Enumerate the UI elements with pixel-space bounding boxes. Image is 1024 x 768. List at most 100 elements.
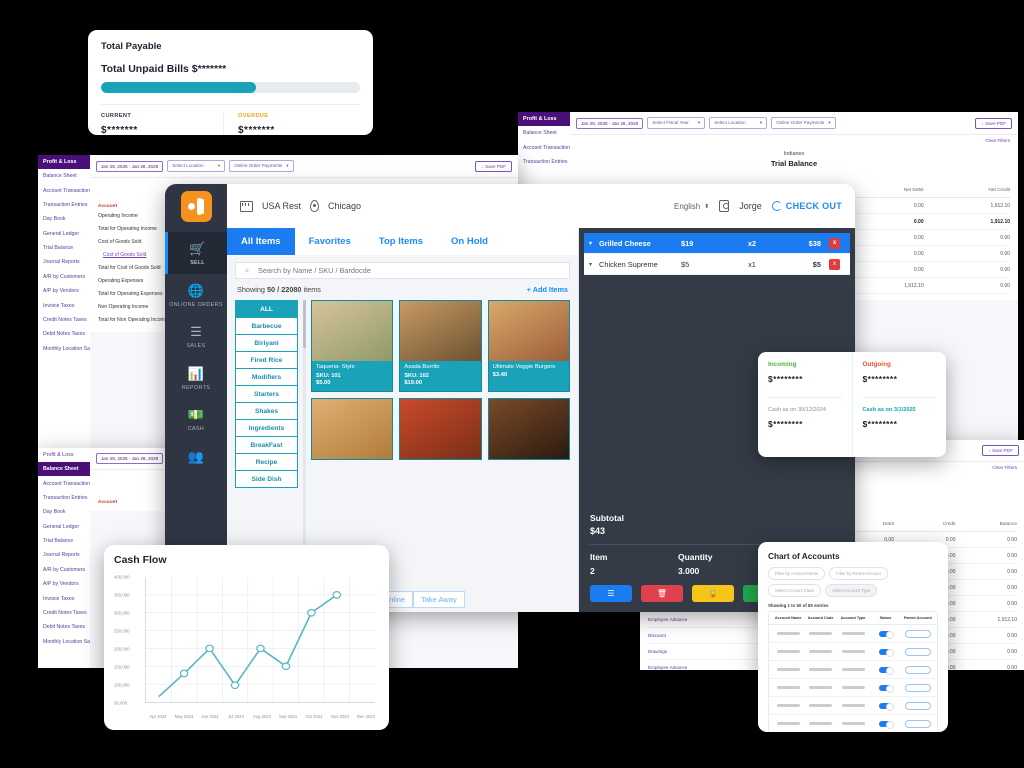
- category-starters[interactable]: Starters: [235, 386, 298, 403]
- sidebar-item-credit-notes-taxes[interactable]: Credit Notes Taxes: [38, 313, 90, 327]
- sidebar-item-sales[interactable]: ☰ SALES: [165, 315, 227, 357]
- parent-account-select[interactable]: [904, 665, 931, 674]
- sidebar-item-transaction-entries[interactable]: Transaction Entries: [518, 155, 570, 169]
- item-card[interactable]: Ultimate Veggie Burgers $3.40: [487, 300, 570, 393]
- payments-filter[interactable]: Online Order Payments ▾: [229, 160, 294, 172]
- save-pdf-button[interactable]: ↓ Save PDF: [975, 117, 1012, 129]
- category-fired-rice[interactable]: Fired Rice: [235, 352, 298, 369]
- sidebar-item-balance-sheet[interactable]: Balance Sheet: [38, 169, 90, 183]
- sidebar-item-people-icon[interactable]: 👥: [165, 440, 227, 471]
- sidebar-item-account-transactions[interactable]: Account Transactions: [518, 140, 570, 154]
- sidebar-item-transaction-entries[interactable]: Transaction Entries: [38, 198, 90, 212]
- category-biriyani[interactable]: Biriyani: [235, 335, 298, 352]
- tab-on-hold[interactable]: On Hold: [437, 228, 502, 255]
- sidebar-item-invoice-taxes[interactable]: Invoice Taxes: [38, 298, 90, 312]
- parent-account-select[interactable]: [904, 683, 931, 692]
- table-row[interactable]: [769, 661, 937, 679]
- sidebar-item-general-ledger[interactable]: General Ledger: [38, 520, 90, 534]
- status-toggle[interactable]: [878, 648, 894, 657]
- add-items-button[interactable]: + Add Items: [527, 285, 568, 294]
- sidebar-item-account-transactions[interactable]: Account Transactions: [38, 476, 90, 490]
- category-breakfast[interactable]: BreakFast: [235, 437, 298, 454]
- category-ingredients[interactable]: Ingredients: [235, 420, 298, 437]
- table-row[interactable]: [769, 643, 937, 661]
- search-input[interactable]: [258, 266, 569, 275]
- category-recipe[interactable]: Recipe: [235, 454, 298, 471]
- mode-take-away[interactable]: Take Away: [412, 591, 465, 608]
- table-row[interactable]: [769, 697, 937, 715]
- sidebar-item-a-r-by-customers[interactable]: A/R by Customers: [38, 563, 90, 577]
- menu-button[interactable]: ☰: [590, 585, 632, 602]
- sidebar-item-trial-balance[interactable]: Trial Balance: [38, 534, 90, 548]
- parent-account-select[interactable]: [904, 647, 931, 656]
- table-row[interactable]: [769, 679, 937, 697]
- checkout-button[interactable]: CHECK OUT: [771, 201, 842, 211]
- sidebar-item-trial-balance[interactable]: Trial Balance: [38, 241, 90, 255]
- fiscal-year-filter[interactable]: Select Fiscal Year ▾: [647, 117, 706, 129]
- tab-top-items[interactable]: Top Items: [365, 228, 437, 255]
- sidebar-item-journal-reports[interactable]: Journal Reports: [38, 255, 90, 269]
- sidebar-item-a-p-by-vendors[interactable]: A/P by Vendors: [38, 577, 90, 591]
- date-range-filter[interactable]: Jan 28, 2025 - Jan 28, 2025: [96, 160, 164, 172]
- sidebar-item-reports[interactable]: 📊 REPORTS: [165, 357, 227, 399]
- delete-button[interactable]: 🗑: [641, 585, 683, 602]
- save-pdf-button[interactable]: ↓ Save PDF: [982, 445, 1019, 456]
- filter-3[interactable]: Select Account Type: [825, 584, 878, 597]
- sidebar-item-account-transactions[interactable]: Account Transactions: [38, 183, 90, 197]
- sidebar-item-onlione-orders[interactable]: 🌐 ONLIONE ORDERS: [165, 274, 227, 316]
- tab-favorites[interactable]: Favorites: [295, 228, 365, 255]
- status-toggle[interactable]: [878, 702, 894, 711]
- table-row[interactable]: [769, 625, 937, 643]
- remove-item-button[interactable]: x: [829, 258, 840, 270]
- sidebar-item-sell[interactable]: 🛒 SELL: [165, 232, 227, 274]
- cart-row[interactable]: ▾ Chicken Supreme $5 x1 $5 x: [584, 254, 850, 275]
- sidebar-item-cash[interactable]: 💵 CASH: [165, 398, 227, 440]
- app-logo[interactable]: [165, 184, 227, 228]
- parent-account-select[interactable]: [904, 629, 931, 638]
- hold-button[interactable]: 🔒: [692, 585, 734, 602]
- sidebar-item-a-r-by-customers[interactable]: A/R by Customers: [38, 270, 90, 284]
- sidebar-item-general-ledger[interactable]: General Ledger: [38, 227, 90, 241]
- category-all[interactable]: ALL: [235, 300, 298, 318]
- filter-0[interactable]: Filter by Account Name: [768, 567, 826, 580]
- tab-all-items[interactable]: All Items: [227, 228, 295, 255]
- sidebar-item-credit-notes-taxes[interactable]: Credit Notes Taxes: [38, 606, 90, 620]
- language-selector[interactable]: English ⬍: [674, 202, 709, 211]
- sidebar-item-balance-sheet[interactable]: Balance Sheet: [38, 462, 90, 477]
- status-toggle[interactable]: [878, 666, 894, 675]
- sidebar-item-a-p-by-vendors[interactable]: A/P by Vendors: [38, 284, 90, 298]
- item-card[interactable]: [487, 398, 570, 461]
- date-range-filter[interactable]: Jan 28, 2025 - Jan 28, 2025: [576, 117, 644, 129]
- payments-filter[interactable]: Online Order Payments ▾: [771, 117, 836, 129]
- status-toggle[interactable]: [878, 630, 894, 639]
- table-row[interactable]: [769, 715, 937, 732]
- remove-item-button[interactable]: x: [829, 237, 840, 249]
- nav-header[interactable]: Profit & Loss: [38, 448, 90, 462]
- save-pdf-button[interactable]: ↓ Save PDF: [475, 160, 512, 172]
- parent-account-select[interactable]: [904, 701, 931, 710]
- nav-header[interactable]: Profit & Loss: [38, 155, 90, 169]
- clear-filters-button[interactable]: Clear Filters: [570, 135, 1018, 145]
- sidebar-item-monthly-location-sales[interactable]: Monthly Location Sales: [38, 342, 90, 356]
- status-toggle[interactable]: [878, 684, 894, 693]
- category-shakes[interactable]: Shakes: [235, 403, 298, 420]
- sidebar-item-journal-reports[interactable]: Journal Reports: [38, 548, 90, 562]
- date-range-filter[interactable]: Jan 28, 2025 - Jan 28, 2025: [96, 453, 164, 464]
- sidebar-item-day-book[interactable]: Day Book: [38, 212, 90, 226]
- category-modifiers[interactable]: Modifiers: [235, 369, 298, 386]
- item-card[interactable]: [311, 398, 394, 461]
- category-scrollbar[interactable]: [303, 300, 306, 584]
- sidebar-item-invoice-taxes[interactable]: Invoice Taxes: [38, 591, 90, 605]
- sidebar-item-balance-sheet[interactable]: Balance Sheet: [518, 126, 570, 140]
- filter-2[interactable]: Select Account Class: [768, 584, 822, 597]
- status-toggle[interactable]: [878, 720, 894, 729]
- cart-row[interactable]: ▾ Grilled Cheese $19 x2 $38 x: [584, 233, 850, 254]
- item-card[interactable]: Asada Burrito SKU: 102 $19.00: [399, 300, 482, 393]
- filter-1[interactable]: Filter by Parent Account: [829, 567, 888, 580]
- category-barbecue[interactable]: Barbecue: [235, 318, 298, 335]
- location-filter[interactable]: Select Location ▾: [709, 117, 768, 129]
- item-card[interactable]: [399, 398, 482, 461]
- item-card[interactable]: Taqueria- Style SKU: 101 $5.00: [311, 300, 394, 393]
- sidebar-item-transaction-entries[interactable]: Transaction Entries: [38, 491, 90, 505]
- parent-account-select[interactable]: [904, 719, 931, 728]
